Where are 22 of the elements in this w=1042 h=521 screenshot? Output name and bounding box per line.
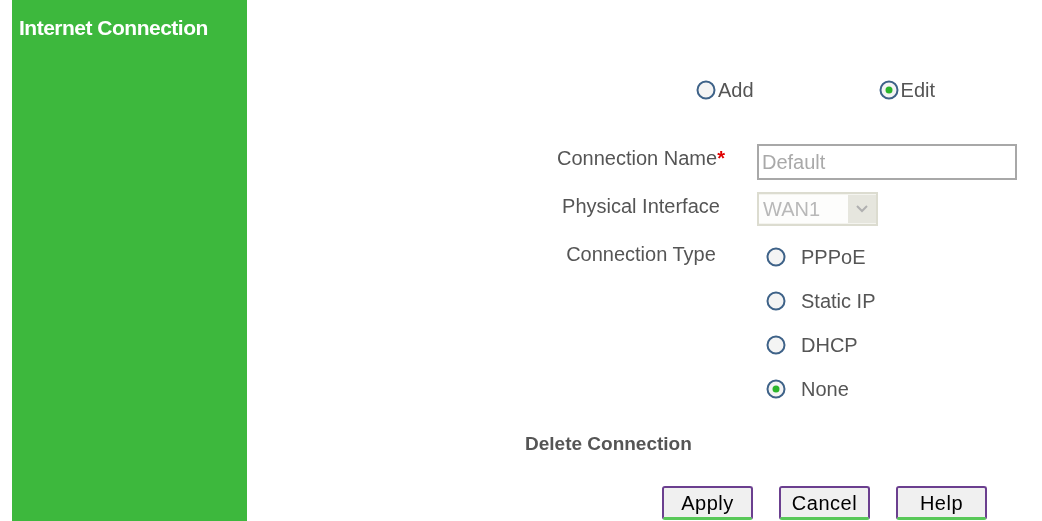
sidebar-title: Internet Connection xyxy=(19,15,209,41)
field-label: Connection Name xyxy=(557,146,718,171)
delete-connection-link[interactable]: Delete Connection xyxy=(525,430,692,459)
action-button[interactable]: Apply xyxy=(662,486,753,520)
chevron-down-icon xyxy=(855,204,869,214)
action-button[interactable]: Help xyxy=(896,486,987,520)
radio-label: Add xyxy=(718,78,754,103)
radio-label: PPPoE xyxy=(801,245,866,270)
field-label: Physical Interface xyxy=(562,194,720,219)
radio-button[interactable] xyxy=(878,80,899,100)
radio-button[interactable] xyxy=(766,247,786,267)
radio-button[interactable] xyxy=(766,335,786,355)
radio-label: Edit xyxy=(900,78,936,103)
field-label: Connection Type xyxy=(566,242,716,267)
radio-button[interactable] xyxy=(766,379,786,399)
radio-label: Static IP xyxy=(801,289,876,314)
radio-label: None xyxy=(801,377,849,402)
radio-button[interactable] xyxy=(696,80,716,100)
radio-button[interactable] xyxy=(766,291,786,311)
required-mark: * xyxy=(717,146,725,171)
radio-label: DHCP xyxy=(801,333,858,358)
action-button[interactable]: Cancel xyxy=(779,486,870,520)
